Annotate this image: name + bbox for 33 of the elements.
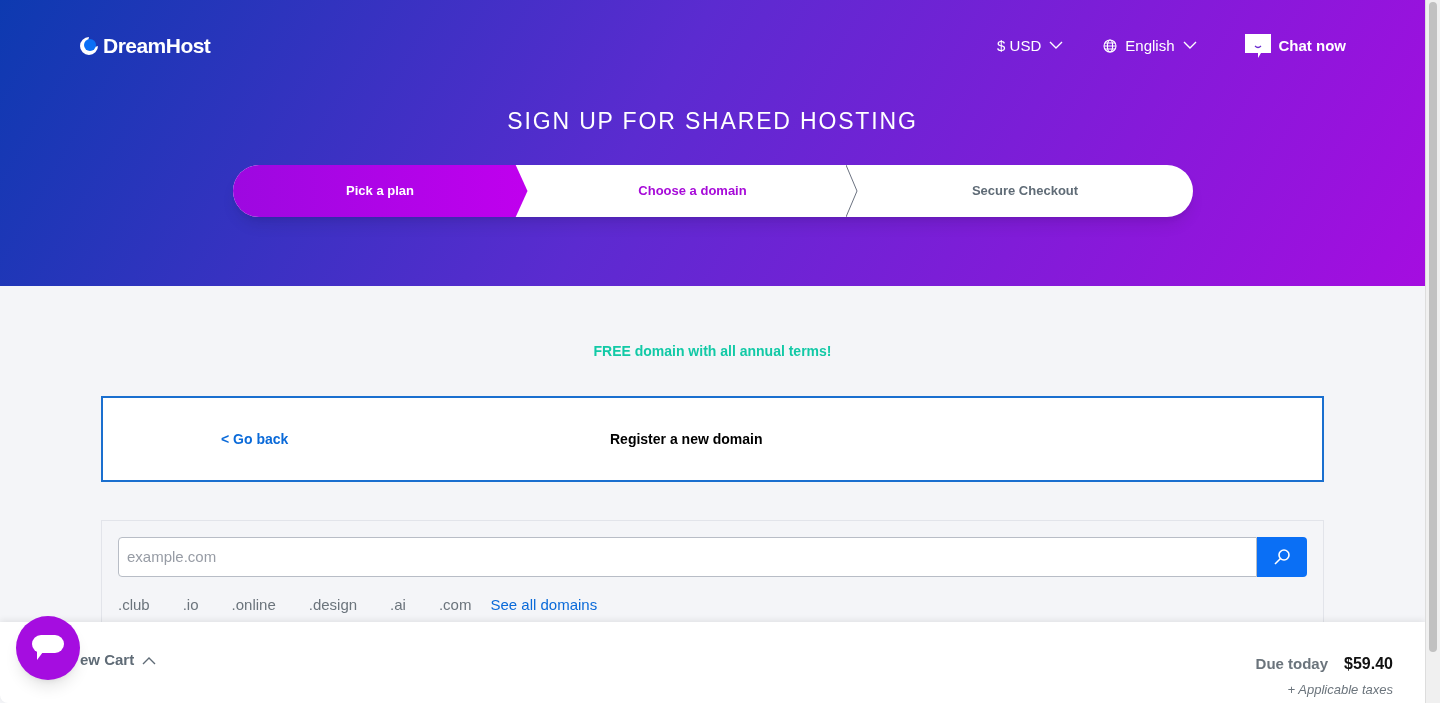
domain-search-field[interactable]: example.com [118, 537, 1257, 577]
chevron-up-icon [142, 655, 157, 665]
speech-bubble-icon [32, 635, 64, 661]
step-divider-icon [845, 165, 858, 217]
language-dropdown[interactable]: English [1103, 34, 1197, 57]
logo-text: DreamHost [103, 33, 211, 59]
currency-dropdown[interactable]: $ USD [997, 34, 1064, 57]
due-today-label: Due today [1255, 653, 1329, 674]
step-label: Secure Checkout [971, 182, 1079, 201]
chevron-down-icon [1182, 41, 1197, 51]
tld-link[interactable]: .online [231, 594, 276, 617]
view-cart-button[interactable]: ew Cart [80, 648, 157, 672]
globe-icon [1103, 38, 1118, 53]
page-title: SIGN UP FOR SHARED HOSTING [506, 106, 919, 136]
promo-text: FREE domain with all annual terms! [592, 342, 833, 361]
panel-title: Register a new domain [610, 429, 763, 449]
step-label: Choose a domain [638, 182, 747, 201]
go-back-link[interactable]: < Go back [221, 428, 289, 450]
taxes-note: + Applicable taxes [1287, 681, 1393, 699]
moon-logo-icon [79, 35, 99, 56]
tld-link[interactable]: .design [308, 594, 358, 617]
search-icon [1273, 548, 1291, 566]
due-amount: $59.40 [1344, 654, 1393, 674]
tld-link[interactable]: .com [438, 594, 472, 617]
chevron-down-icon [1049, 41, 1064, 51]
see-all-domains-link[interactable]: See all domains [490, 594, 598, 617]
chat-bubble-icon [1244, 33, 1271, 58]
chat-now-button[interactable]: Chat now [1244, 33, 1346, 58]
search-button[interactable] [1257, 537, 1307, 577]
step-label: Pick a plan [346, 182, 414, 201]
tld-link[interactable]: .ai [390, 594, 406, 617]
tld-link[interactable]: .club [118, 594, 150, 617]
tld-link[interactable]: .io [182, 594, 199, 617]
